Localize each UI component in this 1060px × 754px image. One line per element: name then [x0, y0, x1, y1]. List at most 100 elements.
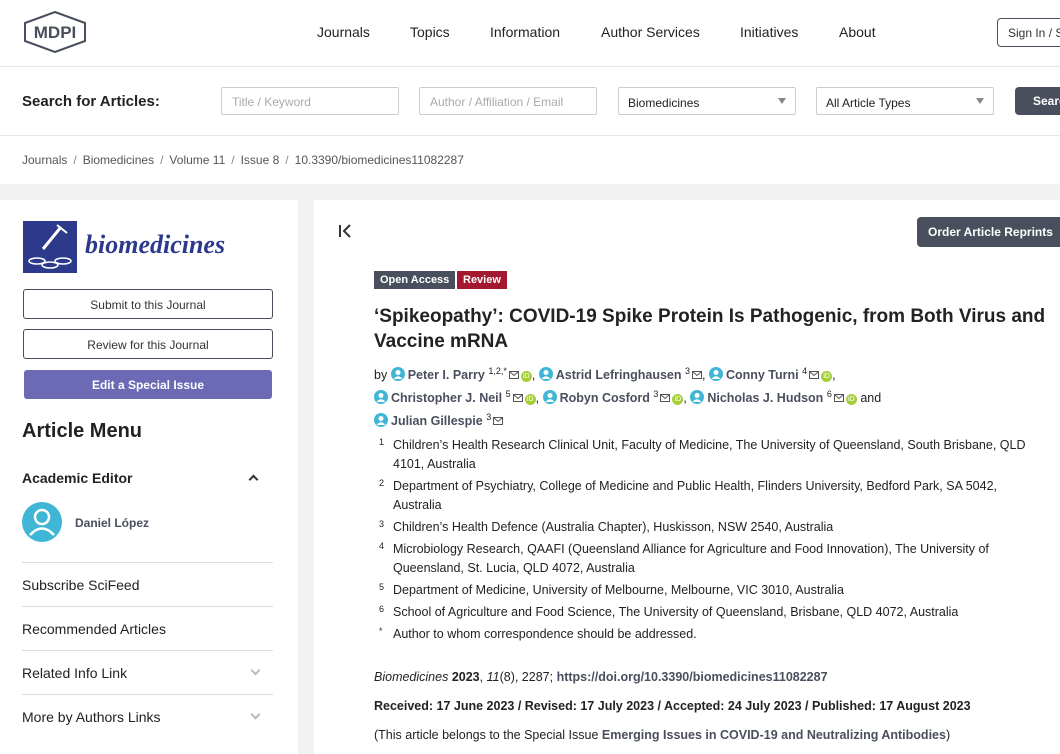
citation-year: 2023 — [451, 670, 480, 684]
title-keyword-input[interactable]: Title / Keyword — [221, 87, 399, 115]
author-name[interactable]: Astrid Lefringhausen — [556, 368, 682, 382]
affiliation-text: School of Agriculture and Food Science, … — [393, 605, 959, 619]
sidebar-item-more-by-authors[interactable]: More by Authors Links — [22, 694, 273, 738]
affiliation-item: 6 School of Agriculture and Food Science,… — [374, 603, 1044, 622]
mail-icon[interactable] — [809, 371, 820, 380]
author-item[interactable]: Peter I. Parry 1,2,* iD — [390, 366, 532, 383]
author-name[interactable]: Julian Gillespie — [391, 414, 483, 428]
breadcrumb-separator: / — [285, 153, 289, 167]
breadcrumb-separator: / — [160, 153, 164, 167]
affiliation-list: 1 Children’s Health Research Clinical Uni… — [374, 436, 1044, 647]
author-name[interactable]: Peter I. Parry — [408, 368, 485, 382]
chevron-down-icon — [250, 709, 261, 720]
author-item[interactable]: Nicholas J. Hudson 6 iD — [690, 389, 857, 406]
author-name[interactable]: Christopher J. Neil — [391, 391, 502, 405]
affiliation-number: 6 — [379, 604, 385, 614]
special-issue-link[interactable]: Emerging Issues in COVID-19 and Neutrali… — [602, 728, 946, 742]
nav-information[interactable]: Information — [490, 24, 560, 40]
review-badge: Review — [457, 271, 507, 289]
logo-text: MDPI — [34, 23, 77, 42]
edit-special-issue-button[interactable]: Edit a Special Issue — [24, 370, 272, 399]
sidebar-item-recommended-articles[interactable]: Recommended Articles — [22, 606, 273, 650]
article-panel: Order Article Reprints Open Access Revie… — [314, 200, 1060, 754]
affiliation-number: 5 — [379, 582, 385, 592]
author-affiliation-sup: 5 — [505, 389, 511, 400]
author-avatar-icon — [690, 390, 705, 405]
chevron-up-icon[interactable] — [248, 474, 259, 485]
academic-editor-name[interactable]: Daniel López — [75, 516, 149, 530]
search-button[interactable]: Search — [1015, 87, 1060, 115]
and-label: and — [860, 391, 882, 406]
review-for-journal-button[interactable]: Review for this Journal — [23, 329, 273, 359]
affiliation-item: 5 Department of Medicine, University of M… — [374, 581, 1044, 600]
orcid-icon[interactable]: iD — [845, 394, 857, 406]
affiliation-item: 2 Department of Psychiatry, College of Me… — [374, 477, 1044, 515]
open-access-badge: Open Access — [374, 271, 456, 289]
affiliation-item: 3 Children’s Health Defence (Australia Ch… — [374, 518, 1044, 537]
breadcrumb-biomedicines[interactable]: Biomedicines — [83, 153, 154, 167]
affiliation-text: Department of Psychiatry, College of Med… — [393, 479, 997, 512]
mail-icon[interactable] — [512, 394, 523, 403]
affiliation-number: 1 — [379, 437, 385, 447]
author-affiliation-sup: 1,2,* — [488, 366, 507, 376]
author-avatar-icon — [542, 390, 557, 405]
nav-topics[interactable]: Topics — [410, 24, 450, 40]
nav-journals[interactable]: Journals — [317, 24, 370, 40]
nav-author-services[interactable]: Author Services — [601, 24, 700, 40]
citation-journal: Biomedicines — [374, 670, 449, 684]
chevron-down-icon — [250, 665, 261, 676]
mail-icon[interactable] — [660, 394, 671, 403]
citation-line: Biomedicines 2023, 11(8), 2287; https://… — [374, 670, 828, 684]
affiliation-item: 4 Microbiology Research, QAAFI (Queenslan… — [374, 540, 1044, 578]
nav-about[interactable]: About — [839, 24, 876, 40]
breadcrumb-journals[interactable]: Journals — [22, 153, 67, 167]
author-affiliation-sup: 4 — [802, 366, 808, 376]
orcid-icon[interactable]: iD — [520, 371, 532, 383]
author-item[interactable]: Christopher J. Neil 5 iD — [374, 389, 536, 406]
mail-icon[interactable] — [508, 371, 519, 380]
author-affiliation-sup: 3 — [684, 366, 690, 376]
academic-editor-heading[interactable]: Academic Editor — [22, 470, 132, 486]
affiliation-item: 1 Children’s Health Research Clinical Uni… — [374, 436, 1044, 474]
mail-icon[interactable] — [692, 371, 702, 380]
author-item[interactable]: Astrid Lefringhausen 3 — [538, 366, 702, 382]
order-reprints-button[interactable]: Order Article Reprints — [917, 217, 1060, 247]
author-item[interactable]: Robyn Cosford 3 iD — [542, 389, 684, 406]
article-type-select[interactable]: All Article Types — [816, 87, 994, 115]
mdpi-logo[interactable]: MDPI — [23, 10, 87, 54]
caret-down-icon — [976, 98, 984, 104]
author-item[interactable]: Julian Gillespie 3 — [374, 412, 504, 428]
breadcrumb-volume[interactable]: Volume 11 — [169, 153, 225, 167]
affiliation-text: Children’s Health Defence (Australia Cha… — [393, 520, 834, 534]
author-avatar-icon — [708, 367, 723, 382]
author-name[interactable]: Nicholas J. Hudson — [707, 391, 823, 405]
user-avatar-icon — [22, 502, 62, 542]
submit-to-journal-button[interactable]: Submit to this Journal — [23, 289, 273, 319]
journal-logo-icon[interactable] — [23, 221, 77, 273]
mail-icon[interactable] — [493, 417, 504, 426]
orcid-icon[interactable]: iD — [672, 394, 684, 406]
mail-icon[interactable] — [833, 394, 844, 403]
sidebar-item-related-info-link[interactable]: Related Info Link — [22, 650, 273, 694]
affiliation-text: Author to whom correspondence should be … — [393, 627, 697, 641]
author-affiliation-input[interactable]: Author / Affiliation / Email — [419, 87, 597, 115]
journal-select[interactable]: Biomedicines — [618, 87, 796, 115]
sign-in-button[interactable]: Sign In / Sign Up — [997, 18, 1060, 47]
orcid-icon[interactable]: iD — [821, 371, 833, 383]
special-issue-prefix: (This article belongs to the Special Iss… — [374, 728, 599, 742]
publication-dates: Received: 17 June 2023 / Revised: 17 Jul… — [374, 699, 971, 713]
sidebar-item-subscribe-scifeed[interactable]: Subscribe SciFeed — [22, 562, 273, 606]
author-name[interactable]: Robyn Cosford — [560, 391, 650, 405]
article-menu-title: Article Menu — [22, 420, 143, 442]
journal-name[interactable]: biomedicines — [85, 230, 225, 260]
author-name[interactable]: Conny Turni — [726, 368, 799, 382]
nav-initiatives[interactable]: Initiatives — [740, 24, 798, 40]
author-affiliation-sup: 3 — [486, 412, 492, 423]
author-list: by Peter I. Parry 1,2,*iD, Astrid Lefrin… — [374, 366, 882, 429]
breadcrumb-issue[interactable]: Issue 8 — [241, 153, 280, 167]
author-affiliation-sup: 6 — [826, 389, 832, 400]
doi-link[interactable]: https://doi.org/10.3390/biomedicines1108… — [557, 670, 828, 684]
collapse-sidebar-icon[interactable] — [338, 224, 352, 243]
orcid-icon[interactable]: iD — [524, 394, 536, 406]
author-item[interactable]: Conny Turni 4 iD — [708, 366, 833, 383]
